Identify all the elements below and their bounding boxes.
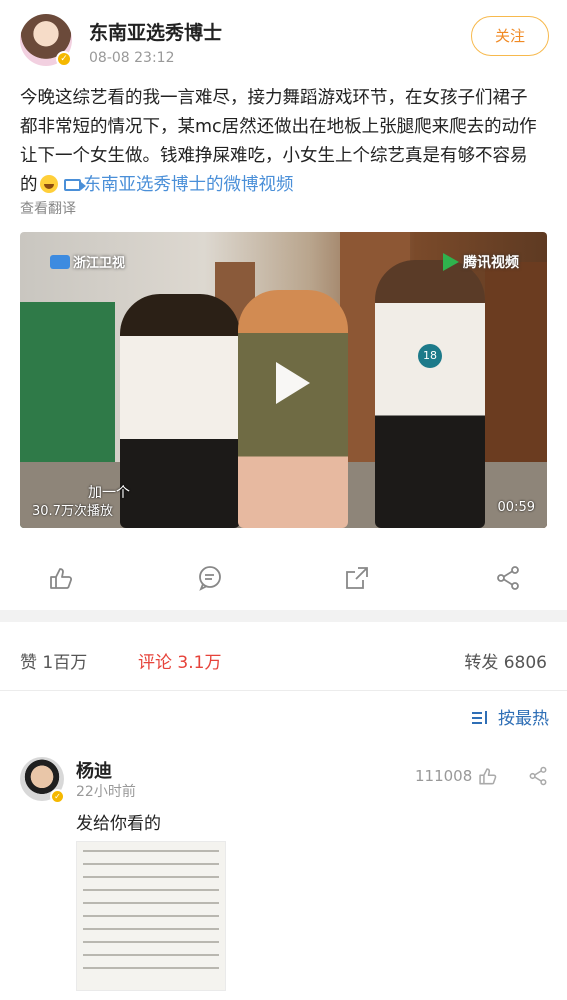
video-duration: 00:59 — [497, 500, 535, 515]
share-icon[interactable] — [344, 565, 370, 591]
post-text-line: 的 东南亚选秀博士的微博视频 — [20, 171, 550, 200]
like-icon[interactable] — [47, 565, 73, 591]
reposts-tab[interactable]: 转发 6806 — [464, 648, 547, 673]
video-person-contestant — [375, 260, 485, 528]
video-caption: 加一个 — [88, 485, 130, 501]
comment-share-icon[interactable] — [528, 766, 548, 786]
image-text-line — [83, 850, 219, 852]
contestant-number-badge: 18 — [418, 344, 442, 368]
follow-button[interactable]: 关注 — [471, 16, 549, 56]
image-text-line — [83, 889, 219, 891]
post-header: ✓ 东南亚选秀博士 08-08 23:12 关注 — [0, 0, 567, 80]
play-count: 30.7万次播放 — [32, 504, 113, 519]
video-link-label: 东南亚选秀博士的微博视频 — [83, 175, 294, 195]
verified-badge-icon: ✓ — [56, 51, 72, 67]
comments-tab[interactable]: 评论 3.1万 — [138, 648, 221, 673]
image-text-line — [83, 954, 219, 956]
comment-like-icon[interactable] — [477, 766, 497, 786]
stats-divider — [0, 690, 567, 691]
comment-item: ✓ 杨迪 22小时前 111008 发给你看的 — [0, 745, 567, 1000]
comment-image-thumbnail[interactable] — [76, 841, 226, 991]
video-person-host — [120, 294, 240, 528]
likes-tab[interactable]: 赞 1百万 — [20, 648, 87, 673]
platform-logo: 腾讯视频 — [443, 252, 519, 272]
verified-badge-icon: ✓ — [50, 789, 65, 804]
post-text: 今晚这综艺看的我一言难尽，接力舞蹈游戏环节，在女孩子们裙子 都非常短的情况下，某… — [20, 84, 550, 200]
laughing-emoji-icon — [39, 175, 58, 193]
comment-like-count: 111008 — [415, 767, 473, 785]
comment-icon[interactable] — [197, 565, 223, 591]
image-text-line — [83, 915, 219, 917]
sort-icon — [472, 710, 492, 726]
post-text-tail: 的 — [20, 175, 38, 195]
image-text-line — [83, 876, 219, 878]
action-bar — [0, 548, 567, 608]
commenter-name[interactable]: 杨迪 — [76, 757, 112, 783]
post-text-line: 今晚这综艺看的我一言难尽，接力舞蹈游戏环节，在女孩子们裙子 — [20, 88, 528, 108]
comment-time: 22小时前 — [76, 784, 136, 800]
forward-icon[interactable] — [495, 565, 521, 591]
play-icon[interactable] — [264, 358, 314, 408]
image-text-line — [83, 967, 219, 969]
stats-bar: 赞 1百万 评论 3.1万 转发 6806 — [0, 636, 567, 680]
image-text-line — [83, 863, 219, 865]
sort-button[interactable]: 按最热 — [472, 704, 549, 729]
image-text-line — [83, 902, 219, 904]
translate-link[interactable]: 查看翻译 — [20, 198, 76, 218]
video-link[interactable]: 东南亚选秀博士的微博视频 — [60, 175, 294, 195]
comment-text: 发给你看的 — [76, 814, 161, 834]
sort-label: 按最热 — [498, 709, 549, 729]
image-text-line — [83, 941, 219, 943]
video-person-contestant — [238, 290, 348, 528]
channel-logo: 浙江卫视 — [50, 252, 125, 271]
video-player[interactable]: 18 浙江卫视 腾讯视频 加一个 30.7万次播放 00:59 — [20, 232, 547, 528]
post-time: 08-08 23:12 — [89, 50, 175, 66]
post-text-line: 都非常短的情况下，某mc居然还做出在地板上张腿爬来爬去的动作 — [20, 117, 537, 137]
post-text-line: 让下一个女生做。钱难挣屎难吃，小女生上个综艺真是有够不容易 — [20, 146, 528, 166]
image-text-line — [83, 928, 219, 930]
video-camera-icon — [63, 179, 86, 191]
section-divider — [0, 610, 567, 622]
author-name[interactable]: 东南亚选秀博士 — [89, 18, 222, 45]
